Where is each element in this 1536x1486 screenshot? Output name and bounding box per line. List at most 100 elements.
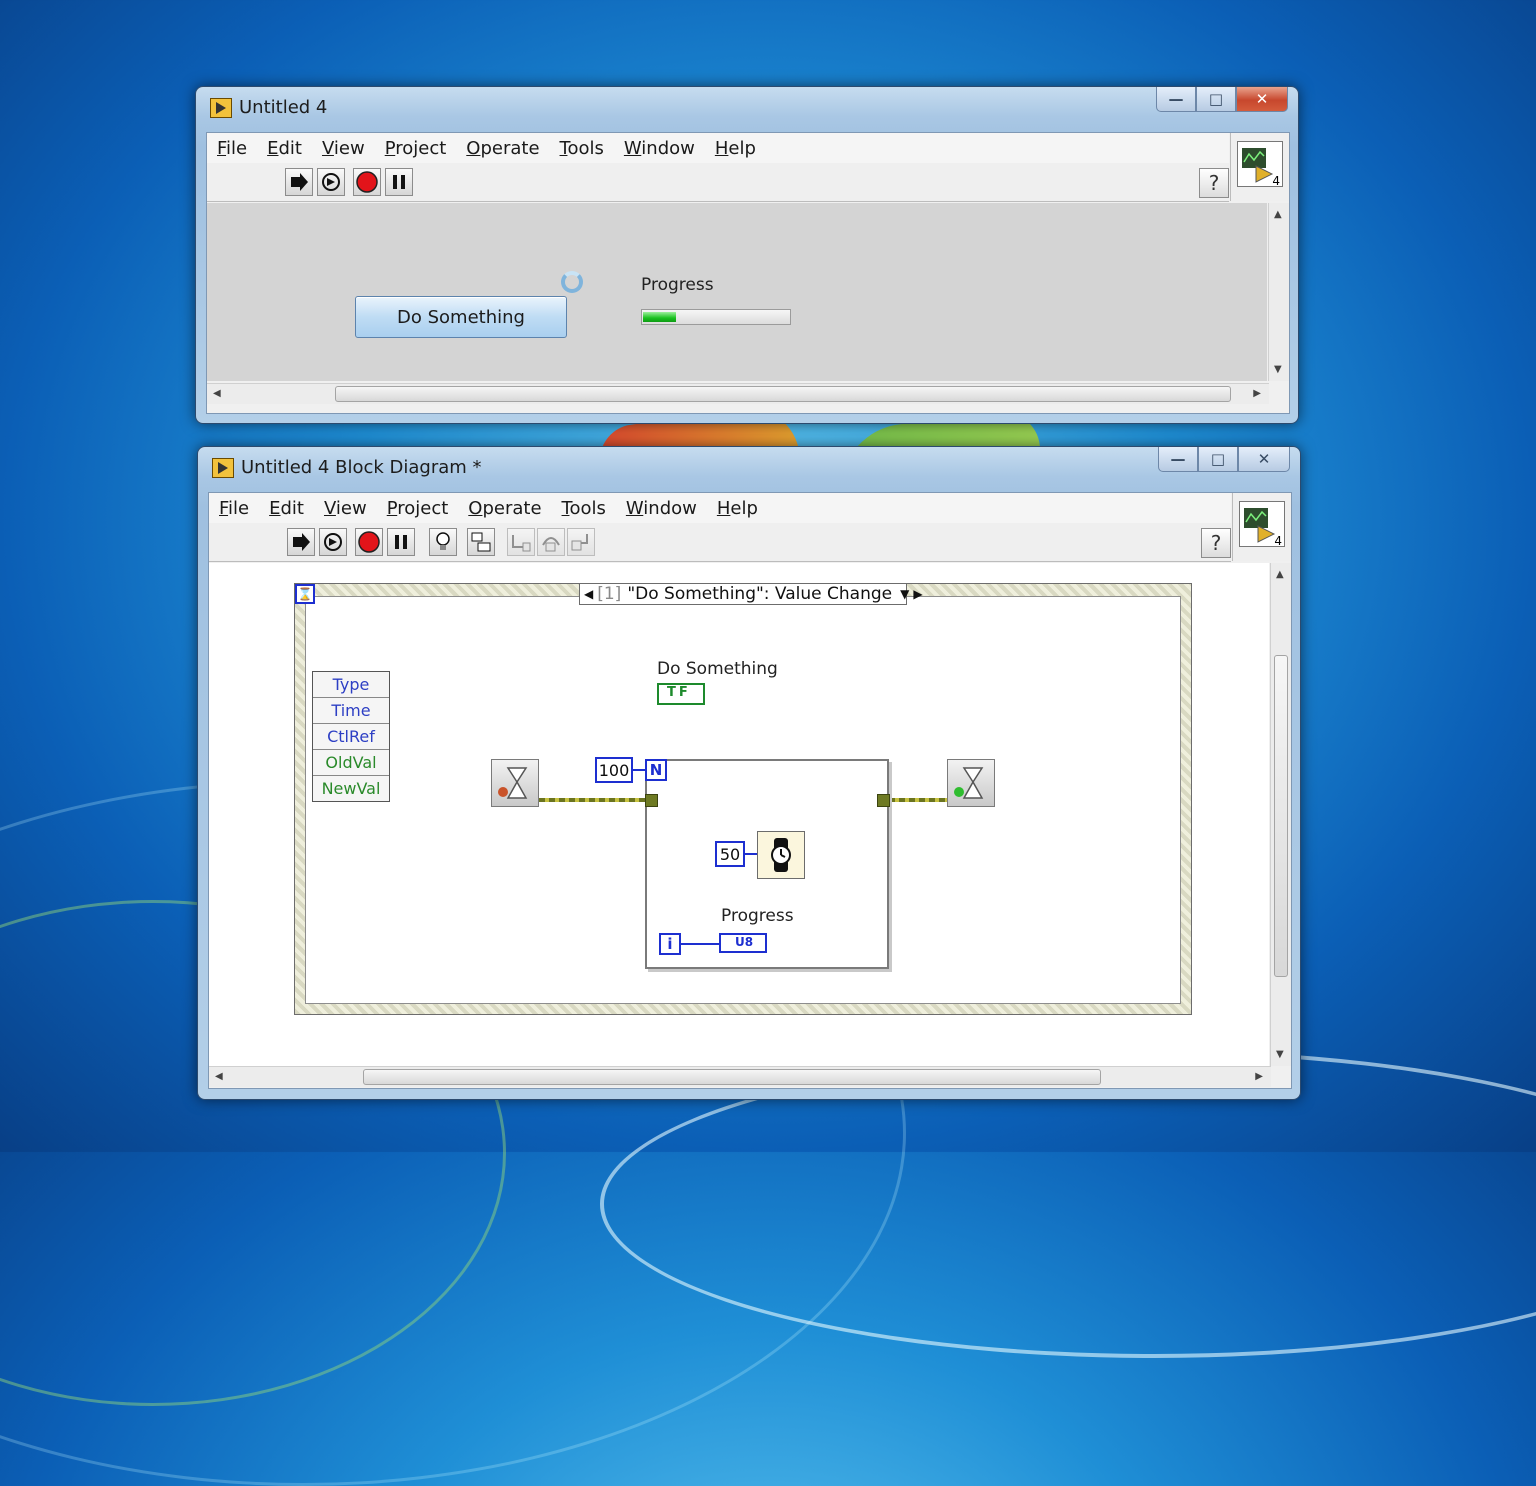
- stop-icon: [356, 171, 378, 193]
- close-button[interactable]: ✕: [1238, 447, 1290, 472]
- menu-bar: File Edit View Project Operate Tools Win…: [207, 133, 1229, 163]
- menu-tools[interactable]: Tools: [562, 498, 606, 519]
- title-bar[interactable]: Untitled 4 Block Diagram * — □ ✕: [198, 447, 1300, 487]
- run-arrow-icon: [291, 173, 308, 191]
- abort-button[interactable]: [355, 528, 383, 556]
- progress-label: Progress: [641, 275, 714, 295]
- labview-icon: [210, 98, 232, 118]
- connector-number: 4: [1274, 534, 1282, 548]
- highlight-execution-button[interactable]: [429, 528, 457, 556]
- step-into-icon: [512, 535, 531, 552]
- loop-count-terminal[interactable]: N: [645, 759, 667, 781]
- horizontal-scrollbar[interactable]: ◀ ▶: [207, 383, 1269, 404]
- scroll-up-arrow[interactable]: ▲: [1274, 209, 1282, 220]
- scroll-left-arrow[interactable]: ◀: [213, 388, 221, 399]
- dropdown-arrow-icon[interactable]: ▼: [900, 587, 909, 601]
- scroll-thumb[interactable]: [335, 386, 1231, 402]
- horizontal-scrollbar[interactable]: ◀ ▶: [209, 1066, 1271, 1087]
- menu-view[interactable]: View: [324, 498, 367, 519]
- step-out-button[interactable]: [567, 528, 595, 556]
- menu-tools[interactable]: Tools: [560, 138, 604, 159]
- loop-count-constant[interactable]: 100: [595, 757, 633, 783]
- run-continuously-button[interactable]: [319, 528, 347, 556]
- event-data-ctlref[interactable]: CtlRef: [313, 724, 389, 750]
- wait-wire: [745, 853, 757, 855]
- increment-arrow-icon[interactable]: ▶: [913, 587, 922, 601]
- iteration-terminal[interactable]: i: [659, 933, 681, 955]
- step-into-button[interactable]: [507, 528, 535, 556]
- scroll-right-arrow[interactable]: ▶: [1255, 1071, 1263, 1082]
- menu-file[interactable]: File: [219, 498, 249, 519]
- connector-pane[interactable]: 4: [1230, 133, 1289, 201]
- menu-edit[interactable]: Edit: [269, 498, 304, 519]
- toolbar: ?: [209, 523, 1231, 562]
- block-diagram-area[interactable]: ⌛ ◀ [1] "Do Something": Value Change ▼ ▶…: [209, 563, 1269, 1066]
- pause-button[interactable]: [385, 168, 413, 196]
- unset-busy-node[interactable]: [947, 759, 995, 807]
- menu-window[interactable]: Window: [626, 498, 697, 519]
- run-continuously-button[interactable]: [317, 168, 345, 196]
- menu-operate[interactable]: Operate: [466, 138, 539, 159]
- wait-ms-node[interactable]: [757, 831, 805, 879]
- menu-help[interactable]: Help: [715, 138, 756, 159]
- wait-ms-constant[interactable]: 50: [715, 841, 745, 867]
- do-something-button[interactable]: Do Something: [355, 296, 567, 338]
- event-data-type[interactable]: Type: [313, 672, 389, 698]
- scroll-right-arrow[interactable]: ▶: [1253, 388, 1261, 399]
- run-button[interactable]: [287, 528, 315, 556]
- toolbar: ?: [207, 163, 1229, 202]
- scroll-down-arrow[interactable]: ▼: [1276, 1049, 1284, 1060]
- menu-project[interactable]: Project: [385, 138, 447, 159]
- timeout-terminal-icon[interactable]: ⌛: [295, 584, 315, 604]
- scroll-up-arrow[interactable]: ▲: [1276, 569, 1284, 580]
- scroll-thumb[interactable]: [1274, 655, 1288, 977]
- labview-icon: [212, 458, 234, 478]
- run-button[interactable]: [285, 168, 313, 196]
- event-data-newval[interactable]: NewVal: [313, 776, 389, 801]
- scroll-down-arrow[interactable]: ▼: [1274, 364, 1282, 375]
- maximize-button[interactable]: □: [1198, 447, 1238, 472]
- progress-fill: [643, 312, 676, 322]
- minimize-button[interactable]: —: [1158, 447, 1198, 472]
- menu-operate[interactable]: Operate: [468, 498, 541, 519]
- busy-cursor-icon: [561, 271, 583, 293]
- vertical-scrollbar[interactable]: ▲ ▼: [1268, 203, 1289, 381]
- set-busy-node[interactable]: [491, 759, 539, 807]
- menu-file[interactable]: File: [217, 138, 247, 159]
- decrement-arrow-icon[interactable]: ◀: [580, 587, 597, 601]
- event-data-oldval[interactable]: OldVal: [313, 750, 389, 776]
- progress-indicator-terminal[interactable]: U8: [719, 933, 767, 953]
- vi-icon: 4: [1239, 501, 1285, 548]
- menu-edit[interactable]: Edit: [267, 138, 302, 159]
- block-diagram-client: File Edit View Project Operate Tools Win…: [208, 492, 1292, 1089]
- scroll-thumb[interactable]: [363, 1069, 1101, 1085]
- abort-button[interactable]: [353, 168, 381, 196]
- wristwatch-icon: [771, 838, 791, 872]
- event-data-time[interactable]: Time: [313, 698, 389, 724]
- title-bar[interactable]: Untitled 4 — □ ✕: [196, 87, 1298, 127]
- hourglass-icon: [498, 767, 528, 799]
- context-help-button[interactable]: ?: [1199, 168, 1229, 198]
- menu-bar: File Edit View Project Operate Tools Win…: [209, 493, 1231, 523]
- menu-window[interactable]: Window: [624, 138, 695, 159]
- step-over-button[interactable]: [537, 528, 565, 556]
- vertical-scrollbar[interactable]: ▲ ▼: [1270, 563, 1291, 1066]
- menu-view[interactable]: View: [322, 138, 365, 159]
- pause-button[interactable]: [387, 528, 415, 556]
- pause-icon: [393, 175, 405, 189]
- context-help-button[interactable]: ?: [1201, 528, 1231, 558]
- menu-project[interactable]: Project: [387, 498, 449, 519]
- boolean-terminal[interactable]: TF: [657, 683, 705, 705]
- front-panel-area[interactable]: Do Something Progress: [207, 203, 1267, 381]
- event-case-selector[interactable]: ◀ [1] "Do Something": Value Change ▼ ▶: [579, 583, 923, 605]
- menu-help[interactable]: Help: [717, 498, 758, 519]
- event-data-node[interactable]: Type Time CtlRef OldVal NewVal: [312, 671, 390, 802]
- close-button[interactable]: ✕: [1236, 87, 1288, 112]
- progress-bar: [641, 309, 791, 325]
- retain-wire-values-button[interactable]: [467, 528, 495, 556]
- connector-pane[interactable]: 4: [1232, 493, 1291, 561]
- minimize-button[interactable]: —: [1156, 87, 1196, 112]
- maximize-button[interactable]: □: [1196, 87, 1236, 112]
- event-case-name: "Do Something": Value Change: [627, 584, 893, 604]
- scroll-left-arrow[interactable]: ◀: [215, 1071, 223, 1082]
